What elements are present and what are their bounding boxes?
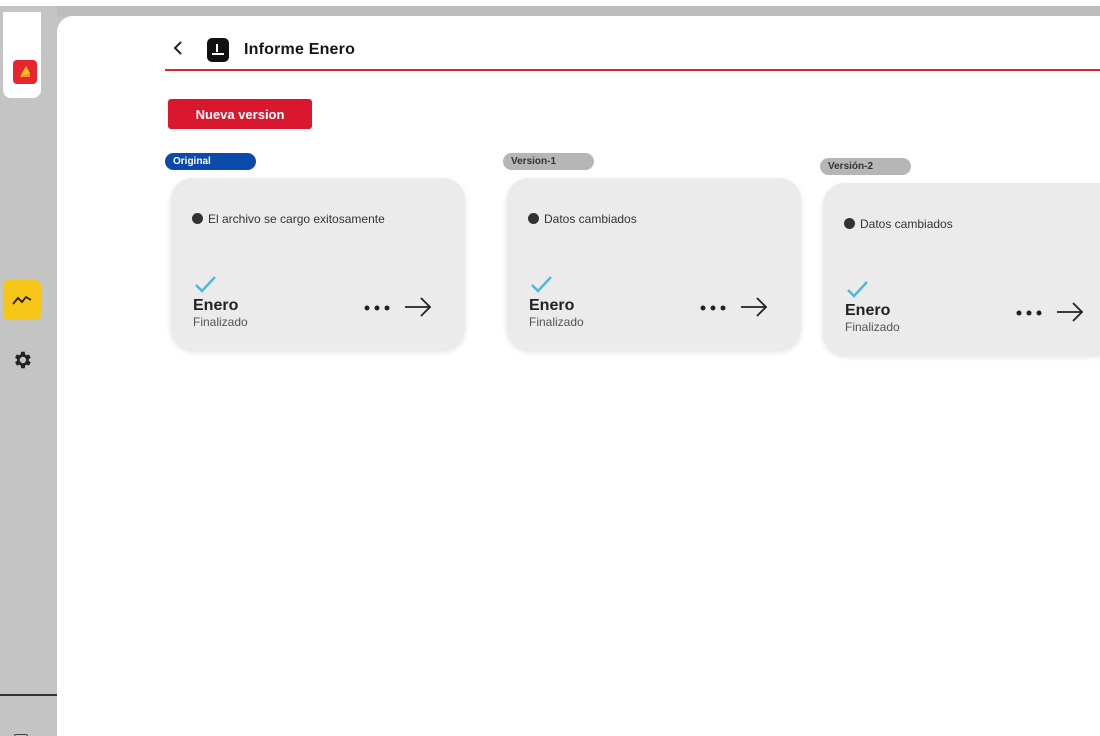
version-card-2[interactable]: Datos cambiados Enero Finalizado (823, 183, 1100, 355)
trend-chart-icon (12, 295, 32, 305)
arrow-right-icon[interactable] (739, 295, 769, 319)
version-month: Enero (845, 302, 891, 319)
version-card-1[interactable]: Datos cambiados Enero Finalizado (507, 178, 801, 350)
check-icon (847, 281, 868, 298)
version-description: Datos cambiados (860, 217, 953, 231)
status-dot (528, 213, 539, 224)
version-month: Enero (193, 297, 239, 314)
arrow-right-icon[interactable] (403, 295, 433, 319)
version-month: Enero (529, 297, 575, 314)
document-icon (207, 38, 229, 62)
new-version-button[interactable]: Nueva version (168, 99, 312, 129)
version-status: Finalizado (845, 320, 900, 334)
check-icon (531, 276, 552, 293)
chevron-left-icon[interactable] (171, 38, 185, 58)
more-options-icon[interactable] (699, 298, 727, 318)
version-tag-original: Original (165, 153, 256, 170)
version-card-original[interactable]: El archivo se cargo exitosamente Enero F… (171, 178, 465, 350)
status-dot (192, 213, 203, 224)
sidebar-divider (0, 694, 57, 696)
logo-container (3, 12, 41, 98)
version-tag-2: Versión-2 (820, 158, 911, 175)
page-title: Informe Enero (244, 41, 356, 58)
header-divider (165, 69, 1100, 71)
status-dot (844, 218, 855, 229)
page-header: Informe Enero (165, 34, 1100, 70)
version-status: Finalizado (529, 315, 584, 329)
arrow-right-icon[interactable] (1055, 300, 1085, 324)
sidebar-item-settings[interactable] (9, 347, 35, 373)
check-icon (195, 276, 216, 293)
gear-icon (15, 351, 31, 369)
more-options-icon[interactable] (363, 298, 391, 318)
sidebar (0, 6, 57, 736)
more-options-icon[interactable] (1015, 303, 1043, 323)
window-top-bar (0, 6, 1100, 16)
version-tag-1: Version-1 (503, 153, 594, 170)
version-description: Datos cambiados (544, 212, 637, 226)
sidebar-item-reports[interactable] (3, 280, 41, 320)
app-logo-icon[interactable] (13, 60, 37, 84)
version-description: El archivo se cargo exitosamente (208, 212, 385, 226)
version-status: Finalizado (193, 315, 248, 329)
